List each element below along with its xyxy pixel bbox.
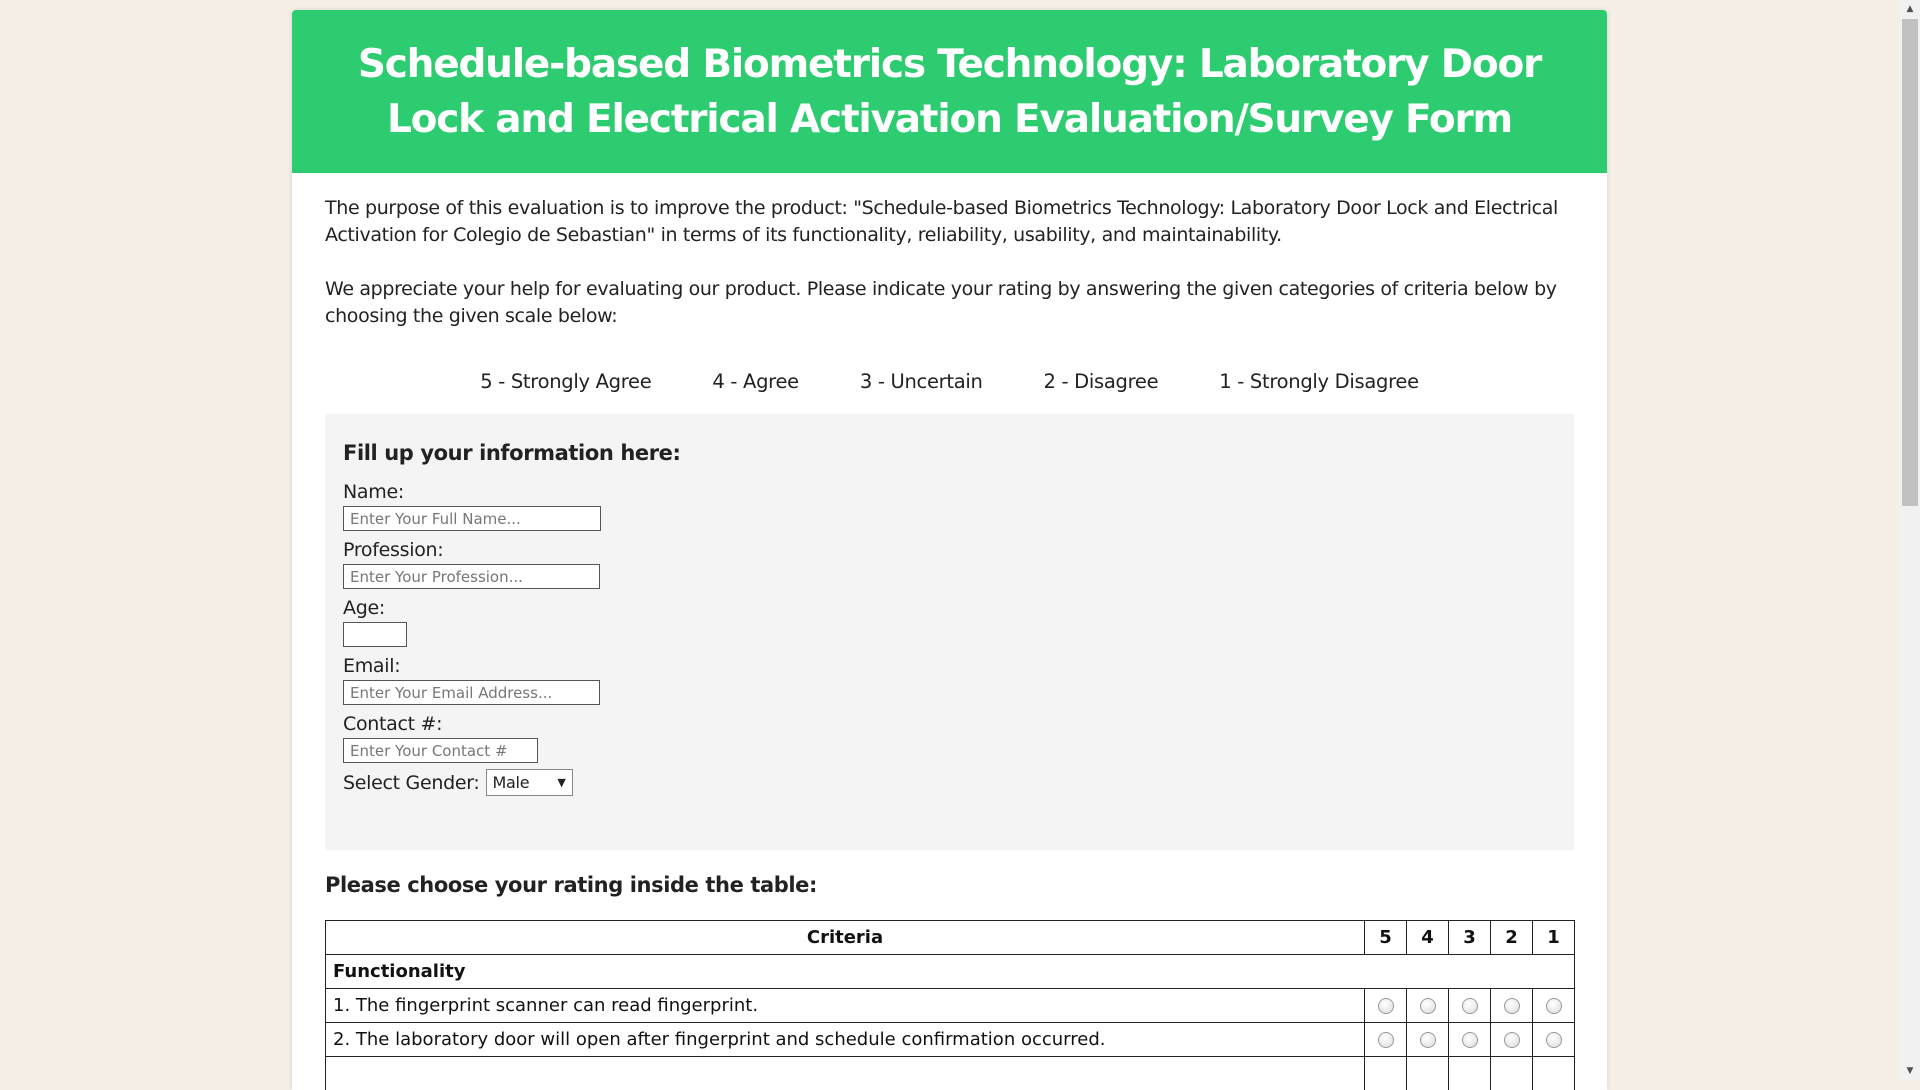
- criteria-table: Criteria 5 4 3 2 1 Functionality 1. The …: [325, 920, 1575, 1090]
- scale-item-4: 4 - Agree: [712, 370, 798, 393]
- contact-field-group: Contact #:: [343, 713, 1556, 763]
- rating-radio-2[interactable]: [1504, 1032, 1520, 1048]
- age-label: Age:: [343, 597, 1556, 619]
- rating-radio-4[interactable]: [1420, 998, 1436, 1014]
- gender-label: Select Gender:: [343, 772, 480, 794]
- information-form: Fill up your information here: Name: Pro…: [325, 414, 1574, 850]
- radio-cell-5: [1365, 989, 1407, 1023]
- table-row: 1. The fingerprint scanner can read fing…: [326, 989, 1575, 1023]
- contact-label: Contact #:: [343, 713, 1556, 735]
- radio-cell-5: [1365, 1057, 1407, 1090]
- radio-cell-2: [1491, 989, 1533, 1023]
- criteria-text-partial: [326, 1057, 1365, 1090]
- criteria-text: 1. The fingerprint scanner can read fing…: [326, 989, 1365, 1023]
- criteria-text: 2. The laboratory door will open after f…: [326, 1023, 1365, 1057]
- radio-cell-2: [1491, 1057, 1533, 1090]
- info-form-title: Fill up your information here:: [343, 414, 1556, 465]
- table-row: 2. The laboratory door will open after f…: [326, 1023, 1575, 1057]
- rating-radio-2[interactable]: [1504, 998, 1520, 1014]
- age-input[interactable]: [343, 622, 407, 647]
- rating-table-title: Please choose your rating inside the tab…: [325, 873, 1574, 897]
- radio-cell-4: [1407, 1057, 1449, 1090]
- rating-radio-3[interactable]: [1462, 998, 1478, 1014]
- scale-item-1: 1 - Strongly Disagree: [1219, 370, 1418, 393]
- category-functionality: Functionality: [326, 955, 1575, 989]
- rating-radio-5[interactable]: [1378, 1032, 1394, 1048]
- rating-radio-4[interactable]: [1420, 1032, 1436, 1048]
- instructions-paragraph: We appreciate your help for evaluating o…: [325, 276, 1574, 330]
- radio-cell-4: [1407, 1023, 1449, 1057]
- radio-cell-1: [1533, 1057, 1575, 1090]
- profession-label: Profession:: [343, 539, 1556, 561]
- radio-cell-2: [1491, 1023, 1533, 1057]
- category-row: Functionality: [326, 955, 1575, 989]
- radio-cell-3: [1449, 1057, 1491, 1090]
- scroll-down-arrow-icon[interactable]: ▼: [1900, 1062, 1920, 1080]
- email-label: Email:: [343, 655, 1556, 677]
- email-field-group: Email:: [343, 655, 1556, 705]
- name-label: Name:: [343, 481, 1556, 503]
- score-header-4: 4: [1407, 921, 1449, 955]
- radio-cell-4: [1407, 989, 1449, 1023]
- radio-cell-5: [1365, 1023, 1407, 1057]
- name-input[interactable]: [343, 506, 601, 531]
- table-header-row: Criteria 5 4 3 2 1: [326, 921, 1575, 955]
- scale-item-3: 3 - Uncertain: [860, 370, 983, 393]
- contact-input[interactable]: [343, 738, 538, 763]
- rating-radio-1[interactable]: [1546, 998, 1562, 1014]
- scale-item-5: 5 - Strongly Agree: [480, 370, 651, 393]
- gender-select-value: Male: [493, 773, 530, 792]
- score-header-3: 3: [1449, 921, 1491, 955]
- rating-radio-1[interactable]: [1546, 1032, 1562, 1048]
- criteria-column-header: Criteria: [326, 921, 1365, 955]
- rating-scale-legend: 5 - Strongly Agree 4 - Agree 3 - Uncerta…: [325, 370, 1574, 393]
- gender-select[interactable]: Male ▼: [486, 769, 573, 796]
- table-row: [326, 1057, 1575, 1090]
- score-header-5: 5: [1365, 921, 1407, 955]
- gender-field-group: Select Gender: Male ▼: [343, 769, 1556, 796]
- email-input[interactable]: [343, 680, 600, 705]
- survey-page: Schedule-based Biometrics Technology: La…: [292, 10, 1607, 1090]
- profession-input[interactable]: [343, 564, 600, 589]
- scrollbar-thumb[interactable]: [1902, 19, 1918, 506]
- radio-cell-1: [1533, 1023, 1575, 1057]
- main-content: The purpose of this evaluation is to imp…: [292, 195, 1607, 1090]
- rating-radio-3[interactable]: [1462, 1032, 1478, 1048]
- chevron-down-icon: ▼: [557, 776, 565, 789]
- page-title: Schedule-based Biometrics Technology: La…: [320, 37, 1580, 147]
- radio-cell-3: [1449, 1023, 1491, 1057]
- score-header-2: 2: [1491, 921, 1533, 955]
- radio-cell-1: [1533, 989, 1575, 1023]
- rating-radio-5[interactable]: [1378, 998, 1394, 1014]
- profession-field-group: Profession:: [343, 539, 1556, 589]
- score-header-1: 1: [1533, 921, 1575, 955]
- scale-item-2: 2 - Disagree: [1044, 370, 1159, 393]
- page-header: Schedule-based Biometrics Technology: La…: [292, 10, 1607, 173]
- scroll-up-arrow-icon[interactable]: ▲: [1900, 0, 1920, 18]
- intro-paragraph: The purpose of this evaluation is to imp…: [325, 195, 1574, 249]
- age-field-group: Age:: [343, 597, 1556, 647]
- name-field-group: Name:: [343, 481, 1556, 531]
- radio-cell-3: [1449, 989, 1491, 1023]
- vertical-scrollbar[interactable]: ▲ ▼: [1900, 0, 1920, 1080]
